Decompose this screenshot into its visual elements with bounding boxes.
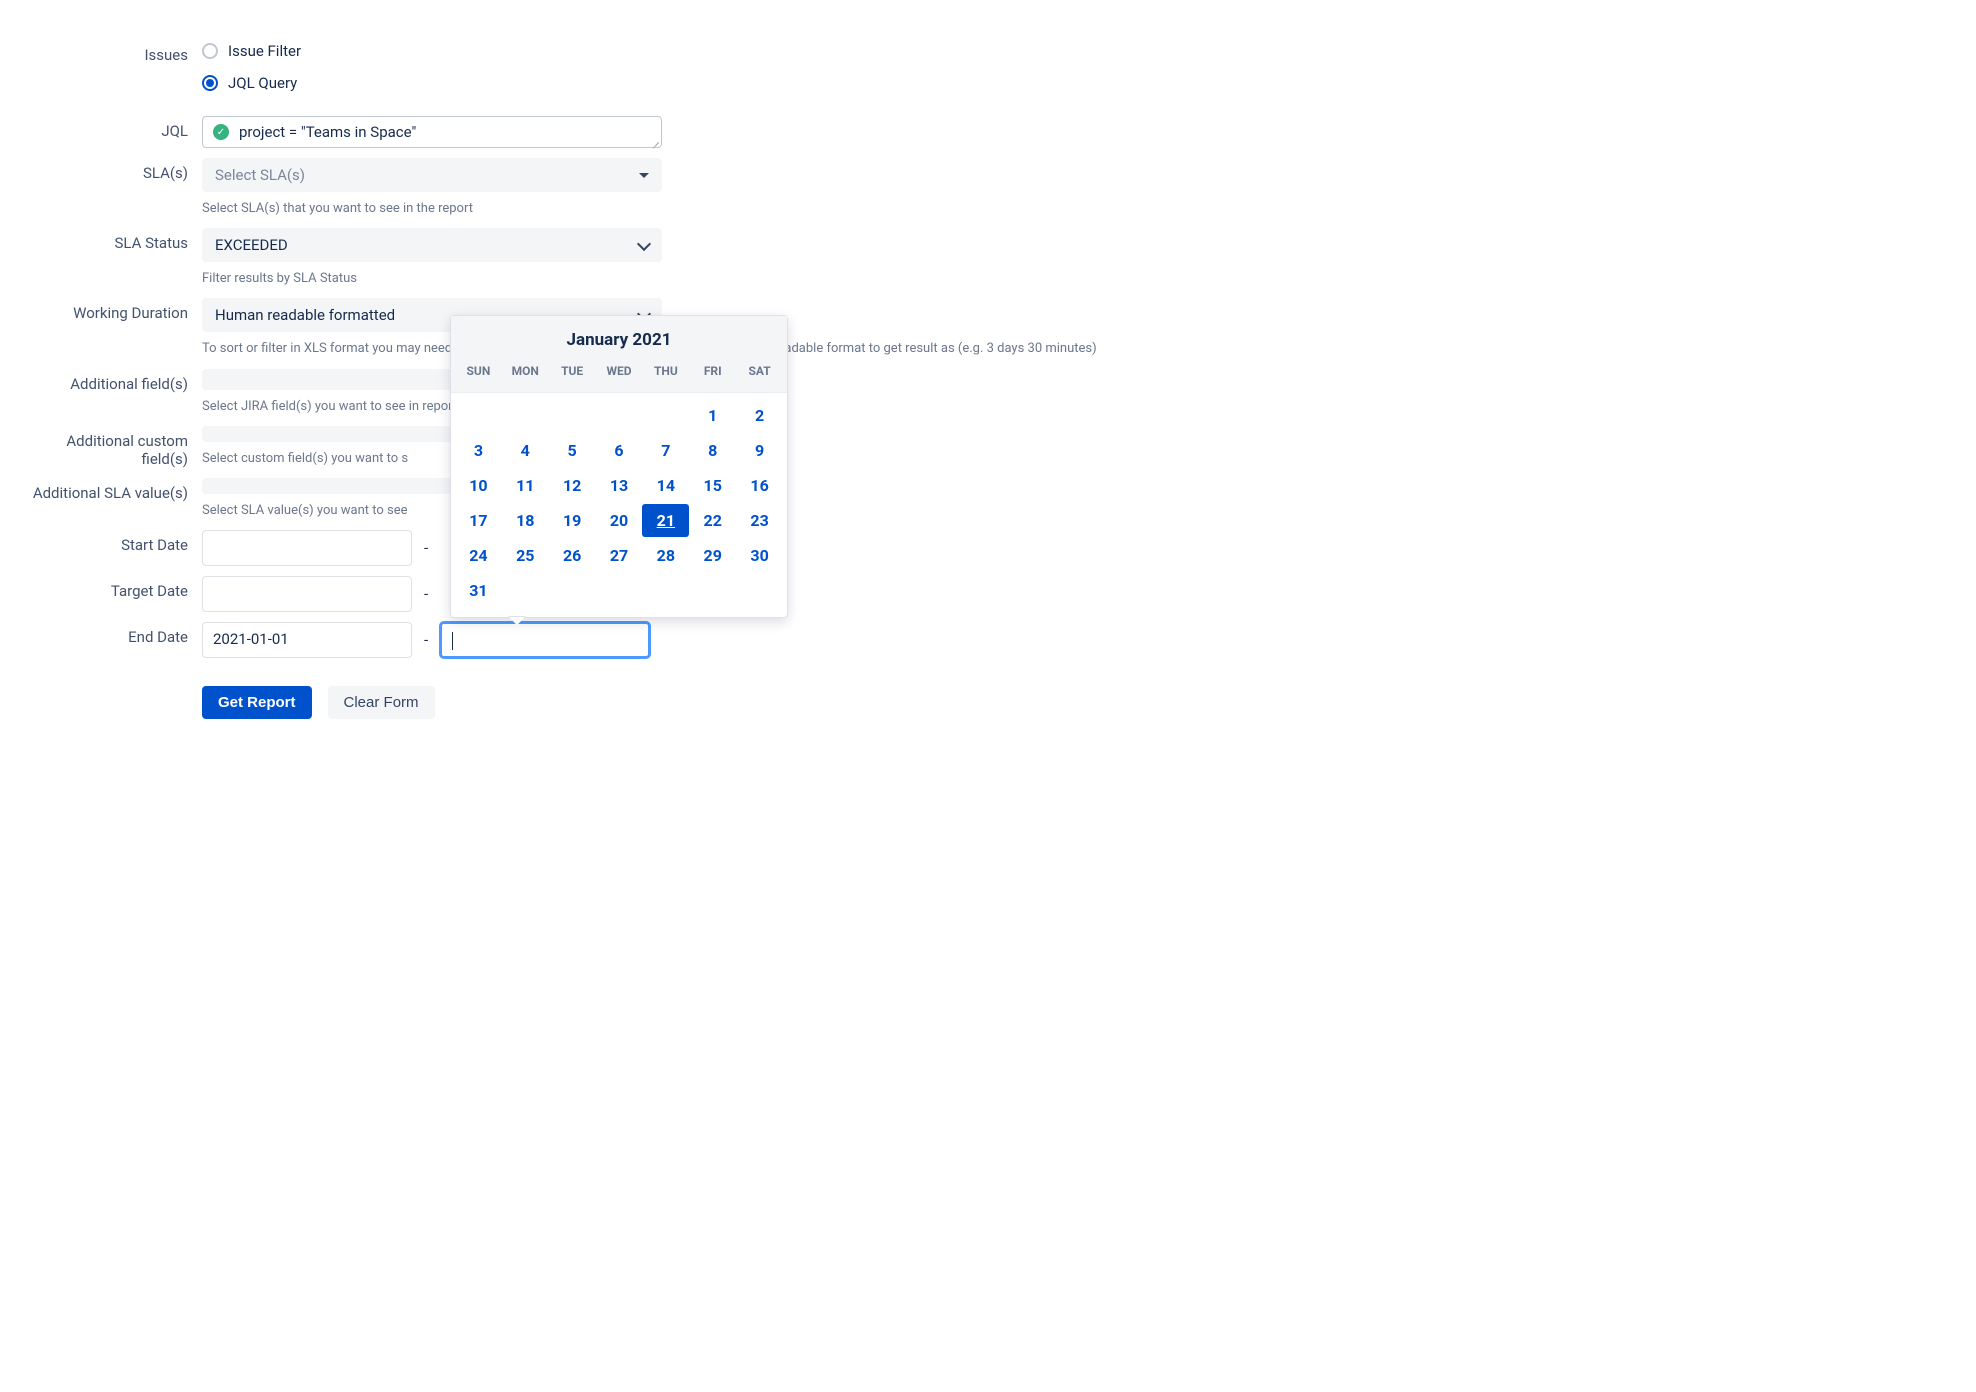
calendar-day-8[interactable]: 8 — [689, 434, 736, 467]
clear-form-button[interactable]: Clear Form — [328, 686, 435, 719]
calendar-empty-cell — [502, 399, 549, 432]
get-report-button[interactable]: Get Report — [202, 686, 312, 719]
calendar-day-28[interactable]: 28 — [642, 539, 689, 572]
calendar-day-18[interactable]: 18 — [502, 504, 549, 537]
chevron-down-icon — [639, 173, 649, 178]
calendar-day-20[interactable]: 20 — [596, 504, 643, 537]
date-separator: - — [424, 631, 428, 649]
additional-custom-fields-label: Additional custom field(s) — [20, 426, 202, 468]
calendar-weekday: WED — [596, 360, 643, 382]
jql-label: JQL — [20, 116, 202, 140]
calendar-day-27[interactable]: 27 — [596, 539, 643, 572]
calendar-title: January 2021 — [451, 330, 787, 350]
calendar-day-3[interactable]: 3 — [455, 434, 502, 467]
calendar-day-26[interactable]: 26 — [549, 539, 596, 572]
calendar-day-29[interactable]: 29 — [689, 539, 736, 572]
slas-placeholder: Select SLA(s) — [215, 166, 305, 184]
end-date-from-input[interactable]: 2021-01-01 — [202, 622, 412, 658]
calendar-day-25[interactable]: 25 — [502, 539, 549, 572]
start-date-from-input[interactable] — [202, 530, 412, 566]
calendar-day-23[interactable]: 23 — [736, 504, 783, 537]
calendar-day-31[interactable]: 31 — [455, 574, 502, 607]
calendar-weekday: TUE — [549, 360, 596, 382]
working-duration-label: Working Duration — [20, 298, 202, 322]
calendar-day-12[interactable]: 12 — [549, 469, 596, 502]
issues-label: Issues — [20, 40, 202, 64]
jql-input[interactable]: ✓ project = "Teams in Space" — [202, 116, 662, 148]
check-circle-icon: ✓ — [213, 124, 229, 140]
sla-status-label: SLA Status — [20, 228, 202, 252]
calendar-empty-cell — [596, 399, 643, 432]
calendar-day-6[interactable]: 6 — [596, 434, 643, 467]
calendar-weekday: MON — [502, 360, 549, 382]
calendar-day-17[interactable]: 17 — [455, 504, 502, 537]
calendar-day-14[interactable]: 14 — [642, 469, 689, 502]
calendar-weekday: FRI — [689, 360, 736, 382]
calendar-day-15[interactable]: 15 — [689, 469, 736, 502]
date-separator: - — [424, 585, 428, 603]
calendar-day-10[interactable]: 10 — [455, 469, 502, 502]
jql-text: project = "Teams in Space" — [239, 123, 416, 141]
calendar-empty-cell — [642, 399, 689, 432]
calendar-weekday: SUN — [455, 360, 502, 382]
calendar-day-13[interactable]: 13 — [596, 469, 643, 502]
working-duration-value: Human readable formatted — [215, 306, 395, 324]
issues-option-filter[interactable]: Issue Filter — [202, 42, 1320, 60]
calendar-day-21[interactable]: 21 — [642, 504, 689, 537]
additional-fields-label: Additional field(s) — [20, 369, 202, 393]
additional-sla-values-label: Additional SLA value(s) — [20, 478, 202, 502]
start-date-label: Start Date — [20, 530, 202, 554]
calendar-empty-cell — [549, 399, 596, 432]
calendar-day-19[interactable]: 19 — [549, 504, 596, 537]
calendar-day-1[interactable]: 1 — [689, 399, 736, 432]
calendar-weekday: SAT — [736, 360, 783, 382]
calendar-day-30[interactable]: 30 — [736, 539, 783, 572]
issues-jql-label: JQL Query — [228, 74, 297, 92]
radio-unchecked-icon — [202, 43, 218, 59]
calendar-day-7[interactable]: 7 — [642, 434, 689, 467]
sla-status-hint: Filter results by SLA Status — [202, 270, 1320, 288]
calendar-day-16[interactable]: 16 — [736, 469, 783, 502]
slas-select[interactable]: Select SLA(s) — [202, 158, 662, 192]
text-cursor-icon — [452, 632, 453, 650]
calendar-day-11[interactable]: 11 — [502, 469, 549, 502]
chevron-down-icon — [637, 239, 649, 251]
calendar-day-2[interactable]: 2 — [736, 399, 783, 432]
end-date-to-input[interactable] — [440, 622, 650, 658]
issues-filter-label: Issue Filter — [228, 42, 301, 60]
resize-handle-icon[interactable] — [649, 135, 659, 145]
date-picker-popup: January 2021 SUNMONTUEWEDTHUFRISAT 12345… — [450, 315, 788, 618]
date-separator: - — [424, 539, 428, 557]
sla-status-select[interactable]: EXCEEDED — [202, 228, 662, 262]
issues-option-jql[interactable]: JQL Query — [202, 74, 1320, 92]
sla-status-value: EXCEEDED — [215, 236, 288, 254]
calendar-day-5[interactable]: 5 — [549, 434, 596, 467]
calendar-day-24[interactable]: 24 — [455, 539, 502, 572]
popup-arrow-icon — [509, 617, 525, 625]
calendar-weekday: THU — [642, 360, 689, 382]
end-date-label: End Date — [20, 622, 202, 646]
target-date-label: Target Date — [20, 576, 202, 600]
radio-checked-icon — [202, 75, 218, 91]
slas-hint: Select SLA(s) that you want to see in th… — [202, 200, 1320, 218]
calendar-empty-cell — [455, 399, 502, 432]
calendar-day-9[interactable]: 9 — [736, 434, 783, 467]
slas-label: SLA(s) — [20, 158, 202, 182]
calendar-day-22[interactable]: 22 — [689, 504, 736, 537]
calendar-day-4[interactable]: 4 — [502, 434, 549, 467]
target-date-from-input[interactable] — [202, 576, 412, 612]
